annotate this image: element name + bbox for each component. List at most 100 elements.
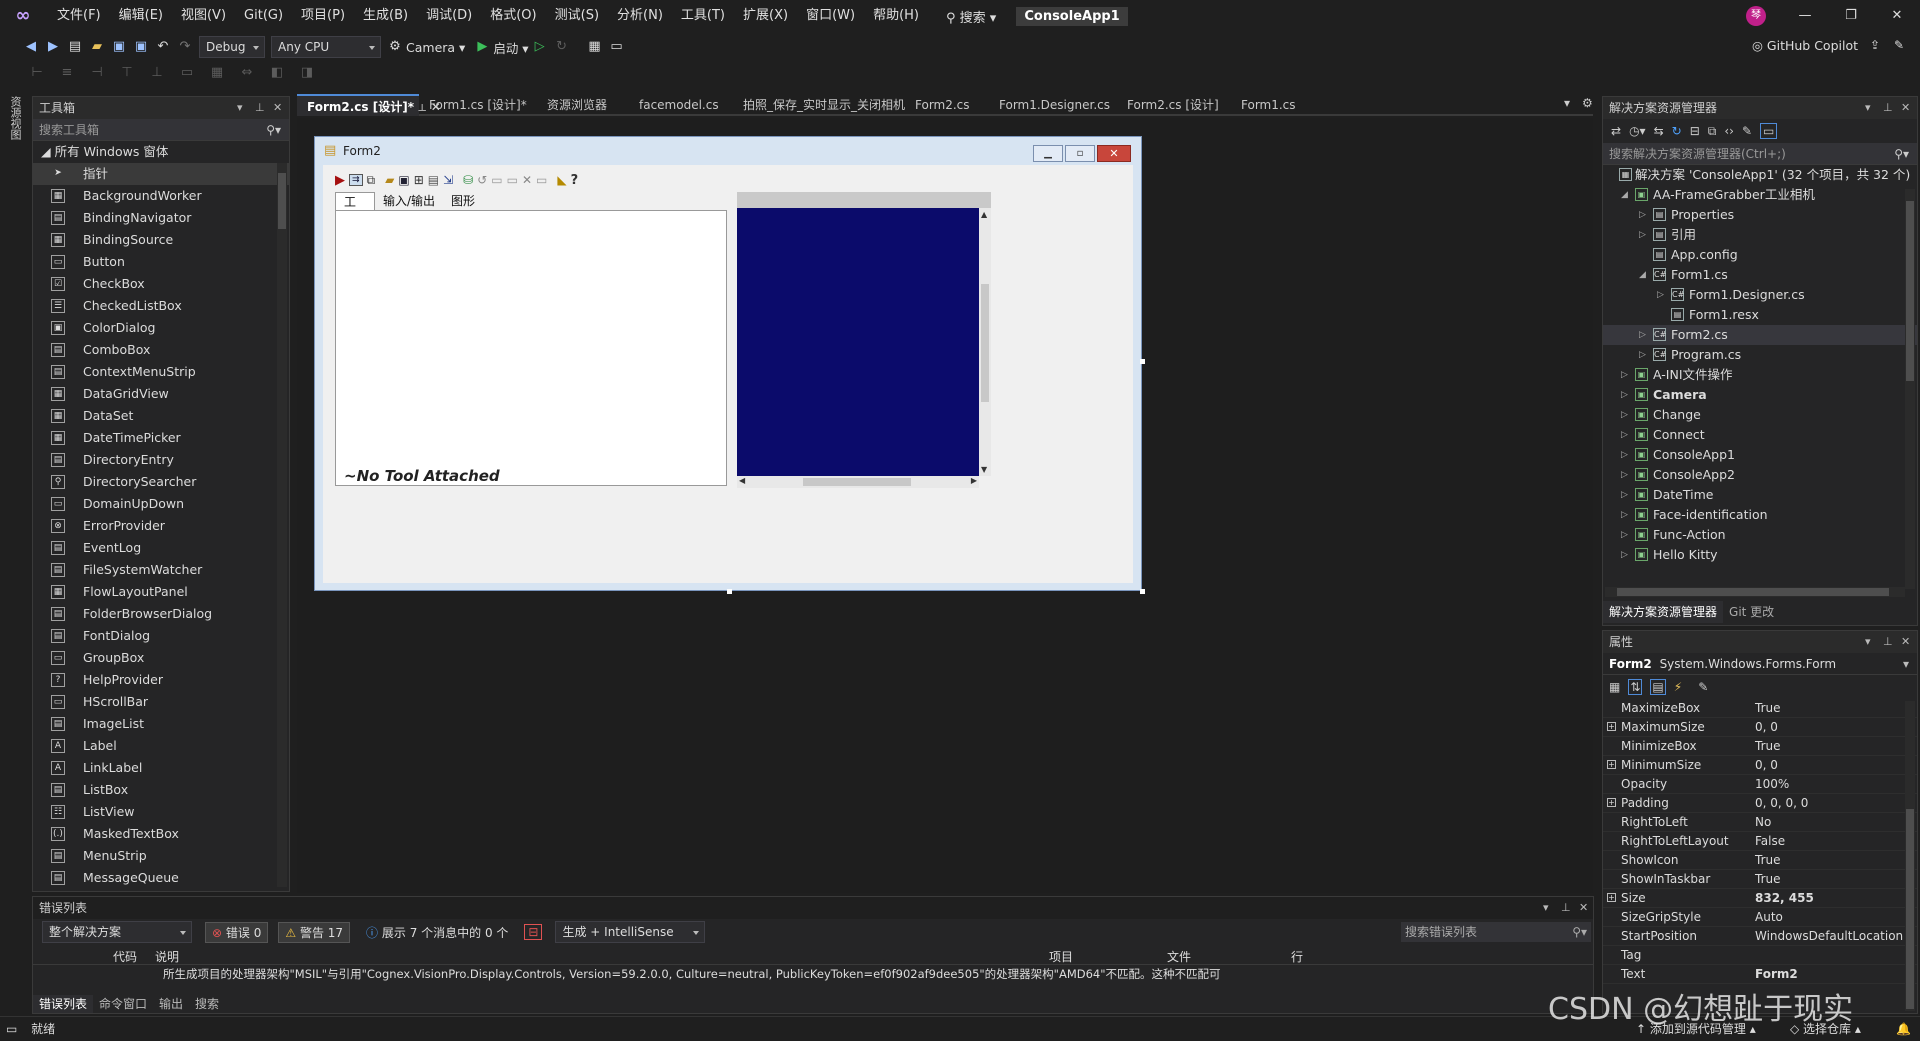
- se-pin-icon[interactable]: ⊥: [1883, 97, 1893, 119]
- resource-view-tab[interactable]: 资源视图: [7, 96, 23, 140]
- start-without-debug-icon[interactable]: ▷: [532, 39, 548, 55]
- property-value[interactable]: False: [1755, 832, 1785, 851]
- se-options-icon[interactable]: ▾: [1865, 97, 1871, 119]
- property-row[interactable]: MaximizeBox True: [1603, 699, 1917, 718]
- build-filter-select[interactable]: 生成 + IntelliSense: [555, 921, 706, 943]
- toolbox-item[interactable]: ▤ ImageList: [33, 713, 289, 735]
- toolbox-item[interactable]: ▤ ContextMenuStrip: [33, 361, 289, 383]
- solution-tree-item[interactable]: ▷ ▣ ConsoleApp1: [1603, 445, 1917, 465]
- share-icon[interactable]: ⇪: [1870, 38, 1880, 52]
- property-value[interactable]: 832, 455: [1755, 889, 1814, 908]
- reset-icon[interactable]: ↺: [477, 173, 487, 187]
- menu-item-0[interactable]: 文件(F): [48, 0, 110, 32]
- se-vertical-scrollbar[interactable]: [1905, 189, 1915, 589]
- property-row[interactable]: SizeGripStyle Auto: [1603, 908, 1917, 927]
- property-value[interactable]: 0, 0, 0, 0: [1755, 794, 1808, 813]
- tools-icon[interactable]: ✕: [522, 173, 532, 187]
- help-icon[interactable]: ?: [571, 173, 579, 188]
- tree-expand-arrow-icon[interactable]: ▷: [1621, 385, 1628, 405]
- property-value[interactable]: True: [1755, 870, 1781, 889]
- error-column-header[interactable]: 说明: [155, 948, 179, 965]
- editor-tab[interactable]: Form1.Designer.cs: [989, 94, 1117, 116]
- property-row[interactable]: Text Form2: [1603, 965, 1917, 984]
- toolbox-item[interactable]: ▤ FolderBrowserDialog: [33, 603, 289, 625]
- sync-icon[interactable]: ⇆: [1654, 124, 1664, 138]
- solution-tree-item[interactable]: ▷ ▣ Func-Action: [1603, 525, 1917, 545]
- menu-item-8[interactable]: 测试(S): [546, 0, 608, 32]
- properties-object-select[interactable]: Form2 System.Windows.Forms.Form ▾: [1603, 653, 1917, 675]
- property-expand-icon[interactable]: +: [1607, 893, 1616, 902]
- el-pin-icon[interactable]: ⊥: [1561, 897, 1571, 919]
- toolbox-item[interactable]: ▭ DomainUpDown: [33, 493, 289, 515]
- avatar[interactable]: 琴: [1746, 6, 1766, 26]
- menu-item-6[interactable]: 调试(D): [417, 0, 481, 32]
- tree-expand-arrow-icon[interactable]: ▷: [1621, 545, 1628, 563]
- form-maximize-button[interactable]: ▫: [1065, 145, 1095, 162]
- notifications-icon[interactable]: 🔔: [1896, 1017, 1911, 1041]
- editor-tab[interactable]: 拍照_保存_实时显示_关闭相机: [733, 94, 905, 116]
- form-minimize-button[interactable]: ▁: [1033, 145, 1063, 162]
- grid-icon[interactable]: ▦: [209, 65, 225, 81]
- align-right-icon[interactable]: ⊣: [89, 65, 105, 81]
- tool-edit-panel[interactable]: ~No Tool Attached: [335, 210, 727, 486]
- menu-item-5[interactable]: 生成(B): [354, 0, 417, 32]
- database-icon[interactable]: ⛁: [463, 173, 473, 187]
- bottom-tool-tab[interactable]: 搜索: [189, 995, 225, 1013]
- open-icon[interactable]: ▰: [89, 39, 105, 55]
- errors-filter-button[interactable]: ⊗ 错误 0: [205, 921, 269, 943]
- solution-tree-item[interactable]: ▷ ▣ ConsoleApp2: [1603, 465, 1917, 485]
- menu-item-7[interactable]: 格式(O): [481, 0, 545, 32]
- toolbox-search-input[interactable]: 搜索工具箱 ⚲▾: [33, 119, 289, 141]
- se-bottom-tab[interactable]: 解决方案资源管理器: [1603, 601, 1724, 623]
- restore-button[interactable]: ❐: [1828, 0, 1874, 32]
- grid-view-icon[interactable]: ▤: [428, 173, 439, 187]
- se-close-icon[interactable]: ✕: [1901, 97, 1910, 119]
- property-row[interactable]: StartPosition WindowsDefaultLocation: [1603, 927, 1917, 946]
- error-list-search[interactable]: 搜索错误列表 ⚲▾: [1401, 922, 1591, 942]
- display-hscroll-thumb[interactable]: [803, 478, 911, 486]
- solution-tree-item[interactable]: ▷ ▣ DateTime: [1603, 485, 1917, 505]
- tab-settings-gear-icon[interactable]: ⚙: [1582, 96, 1593, 110]
- menu-item-11[interactable]: 扩展(X): [734, 0, 797, 32]
- editor-tab[interactable]: Form1.cs: [1231, 94, 1321, 116]
- tree-expand-arrow-icon[interactable]: ▷: [1621, 405, 1628, 425]
- open-file-icon[interactable]: ▰: [385, 173, 394, 187]
- solution-tree-item[interactable]: ▷ C# Form2.cs: [1603, 325, 1917, 345]
- property-value[interactable]: True: [1755, 851, 1781, 870]
- prop-scrollbar[interactable]: [1905, 701, 1915, 1011]
- solution-tree-item[interactable]: ▷ C# Form1.Designer.cs: [1603, 285, 1917, 305]
- property-value[interactable]: 0, 0: [1755, 756, 1778, 775]
- toolbox-item[interactable]: ? HelpProvider: [33, 669, 289, 691]
- refresh-icon[interactable]: ↻: [1672, 124, 1682, 138]
- toolbox-item[interactable]: ▤ FileSystemWatcher: [33, 559, 289, 581]
- search-button[interactable]: ⚲ 搜索 ▾: [946, 7, 996, 26]
- tree-expand-arrow-icon[interactable]: ▷: [1639, 205, 1646, 225]
- tool-tree-icon[interactable]: ⊞: [414, 173, 424, 187]
- error-column-header[interactable]: 代码: [113, 948, 137, 965]
- editor-tab[interactable]: Form2.cs [设计]: [1117, 94, 1231, 116]
- designed-form-window[interactable]: ▤ Form2 ▁ ▫ ✕ ▶ ⇉ ⧉ ▰ ▣ ⊞ ▤ ⇲ ⛁ ↺ ▭ ▭ ✕: [314, 136, 1145, 594]
- toolbox-icon[interactable]: ▦: [587, 39, 603, 55]
- toolbox-group-header[interactable]: ◢ 所有 Windows 窗体: [33, 141, 289, 163]
- solution-tree-item[interactable]: ▷ ▣ Hello Kitty: [1603, 545, 1917, 563]
- error-list-row[interactable]: 所生成项目的处理器架构"MSIL"与引用"Cognex.VisionPro.Di…: [33, 965, 1593, 983]
- error-column-header[interactable]: 行: [1291, 948, 1303, 965]
- toolbox-item[interactable]: ▦ DateTimePicker: [33, 427, 289, 449]
- toolbox-item[interactable]: A LinkLabel: [33, 757, 289, 779]
- tree-expand-arrow-icon[interactable]: ▷: [1639, 225, 1646, 245]
- tree-expand-arrow-icon[interactable]: ▷: [1621, 425, 1628, 445]
- property-expand-icon[interactable]: +: [1607, 798, 1616, 807]
- feedback-icon[interactable]: ✎: [1894, 38, 1904, 52]
- error-column-header[interactable]: 项目: [1049, 948, 1073, 965]
- tree-expand-arrow-icon[interactable]: ◢: [1639, 265, 1646, 285]
- tree-expand-arrow-icon[interactable]: ▷: [1621, 465, 1628, 485]
- properties-wrench-icon[interactable]: ✎: [1742, 124, 1752, 138]
- property-value[interactable]: 0, 0: [1755, 718, 1778, 737]
- bottom-tool-tab[interactable]: 错误列表: [33, 995, 94, 1013]
- solution-root-node[interactable]: ▦ 解决方案 'ConsoleApp1' (32 个项目，共 32 个): [1603, 165, 1917, 185]
- property-value[interactable]: Form2: [1755, 965, 1798, 984]
- platform-select[interactable]: Any CPU: [271, 36, 381, 58]
- property-value[interactable]: True: [1755, 699, 1781, 718]
- menu-item-3[interactable]: Git(G): [235, 0, 292, 32]
- solution-tree-item[interactable]: ◢ C# Form1.cs: [1603, 265, 1917, 285]
